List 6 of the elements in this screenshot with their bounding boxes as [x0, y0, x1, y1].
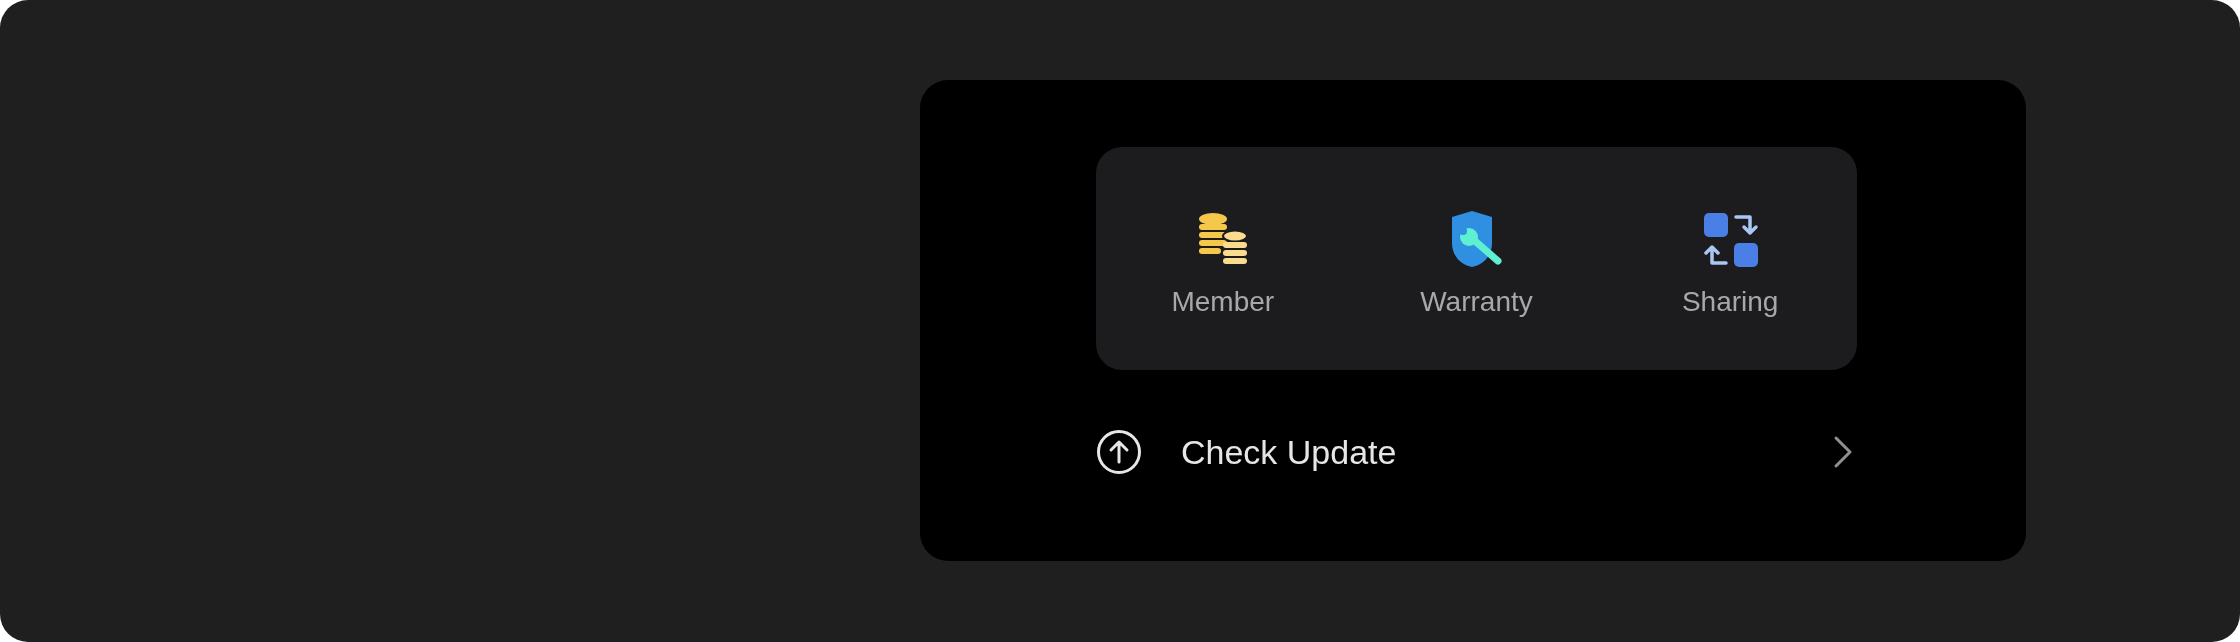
arrow-up-circle-icon [1096, 429, 1142, 475]
chevron-right-icon [1833, 435, 1853, 469]
shortcut-button[interactable]: Member [1096, 198, 1350, 319]
menu-row[interactable]: Check Update [1096, 412, 1857, 492]
shortcut-button[interactable]: Warranty [1349, 198, 1604, 319]
shortcut-button[interactable]: Sharing [1603, 198, 1857, 319]
